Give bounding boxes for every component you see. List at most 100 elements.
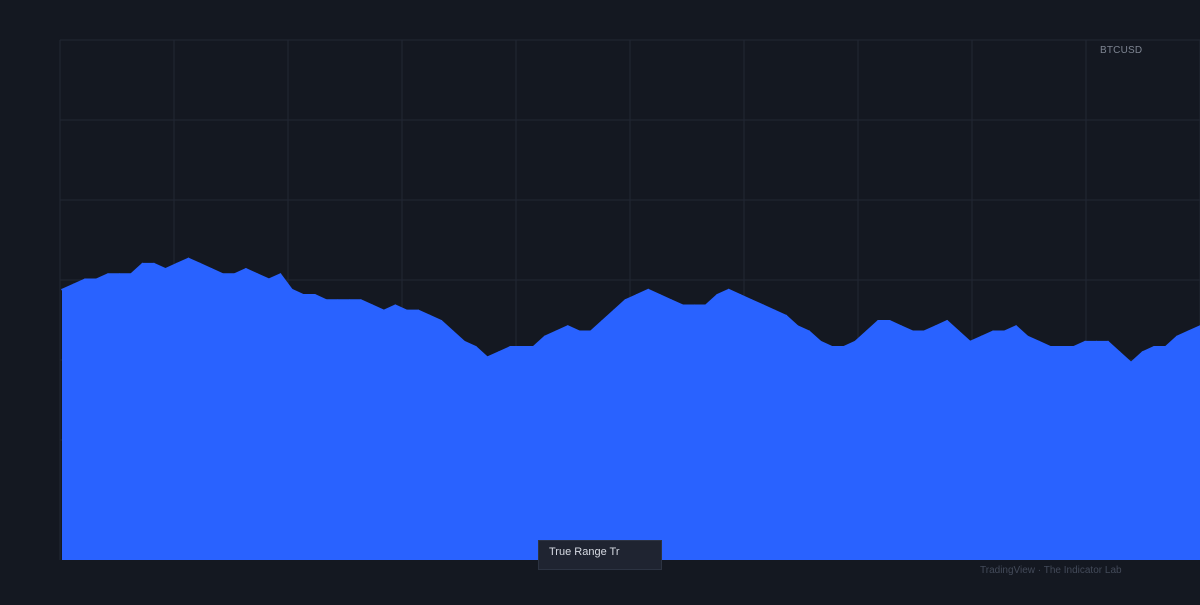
data-point [532,346,535,348]
data-point [1061,346,1063,348]
data-point [1038,340,1040,343]
data-point [72,283,75,286]
data-point [624,299,627,301]
data-point [681,304,684,307]
data-point [291,288,293,291]
data-point [1084,340,1086,343]
data-point [888,320,891,322]
data-point [141,262,144,265]
data-point [176,262,178,265]
data-point [1176,335,1178,338]
data-point [980,335,983,338]
data-point [589,330,592,333]
data-point [1130,361,1132,364]
data-point [406,309,408,312]
data-point [1095,340,1098,343]
data-point [486,356,489,359]
data-point [670,299,673,301]
data-point [969,340,971,343]
data-point [1187,330,1190,333]
data-point [302,294,305,296]
data-point [612,309,615,312]
chart-container: BTCUSD True Range Tr TradingView · The I… [0,0,1200,600]
data-point [647,288,650,291]
data-point [509,346,512,348]
data-point [210,268,213,270]
data-point [934,325,937,327]
data-point [923,330,925,333]
data-point [716,294,719,296]
data-point [440,320,443,322]
data-point [1003,330,1006,333]
data-point [268,278,270,281]
data-point [452,330,454,333]
series-legend-tooltip: True Range Tr [538,540,662,570]
data-point [394,304,397,307]
series-area [62,258,1200,560]
data-point [417,309,420,312]
data-point [61,288,63,291]
data-point [704,304,707,307]
data-point [739,294,741,296]
data-point [1107,340,1109,343]
chart-svg [59,39,1200,560]
data-point [658,294,661,296]
data-point [635,294,638,296]
data-point [256,273,259,275]
data-point [245,268,247,270]
data-point [601,320,604,322]
data-point [819,340,822,343]
data-point [946,320,948,322]
data-point [543,335,546,338]
data-point [727,288,730,291]
data-point [360,299,362,301]
data-point [233,273,236,275]
data-point [808,330,810,333]
data-point [1049,346,1052,348]
data-point [1118,351,1121,353]
data-point [854,340,856,343]
data-point [762,304,764,307]
data-point [498,351,500,353]
data-point [314,294,316,296]
data-point [566,325,569,327]
symbol-label: BTCUSD [1100,45,1143,56]
data-point [578,330,581,333]
data-point [785,314,787,317]
data-point [371,304,374,307]
data-point [831,346,833,348]
data-point [865,330,868,333]
data-point [95,278,98,281]
data-point [1141,351,1144,353]
data-point [773,309,776,312]
data-point [84,278,86,281]
data-point [187,257,190,260]
data-point [1153,346,1155,348]
data-point [475,346,477,348]
data-point [796,325,799,327]
data-point [1026,335,1029,338]
watermark: TradingView · The Indicator Lab [980,565,1122,576]
data-point [957,330,960,333]
data-point [1072,346,1075,348]
data-point [325,299,328,301]
data-point [164,268,167,270]
series-legend-label: True Range Tr [549,546,620,558]
data-point [900,325,902,327]
series-layer [61,257,1200,560]
data-point [279,273,282,275]
data-point [842,346,845,348]
data-point [130,273,132,275]
data-point [107,273,109,275]
data-point [337,299,339,301]
data-point [992,330,994,333]
data-point [750,299,753,301]
data-point [693,304,696,307]
data-point [348,299,351,301]
data-point [222,273,224,275]
data-point [118,273,121,275]
data-point [383,309,385,312]
data-point [463,340,466,343]
data-point [555,330,558,333]
data-point [1164,346,1167,348]
